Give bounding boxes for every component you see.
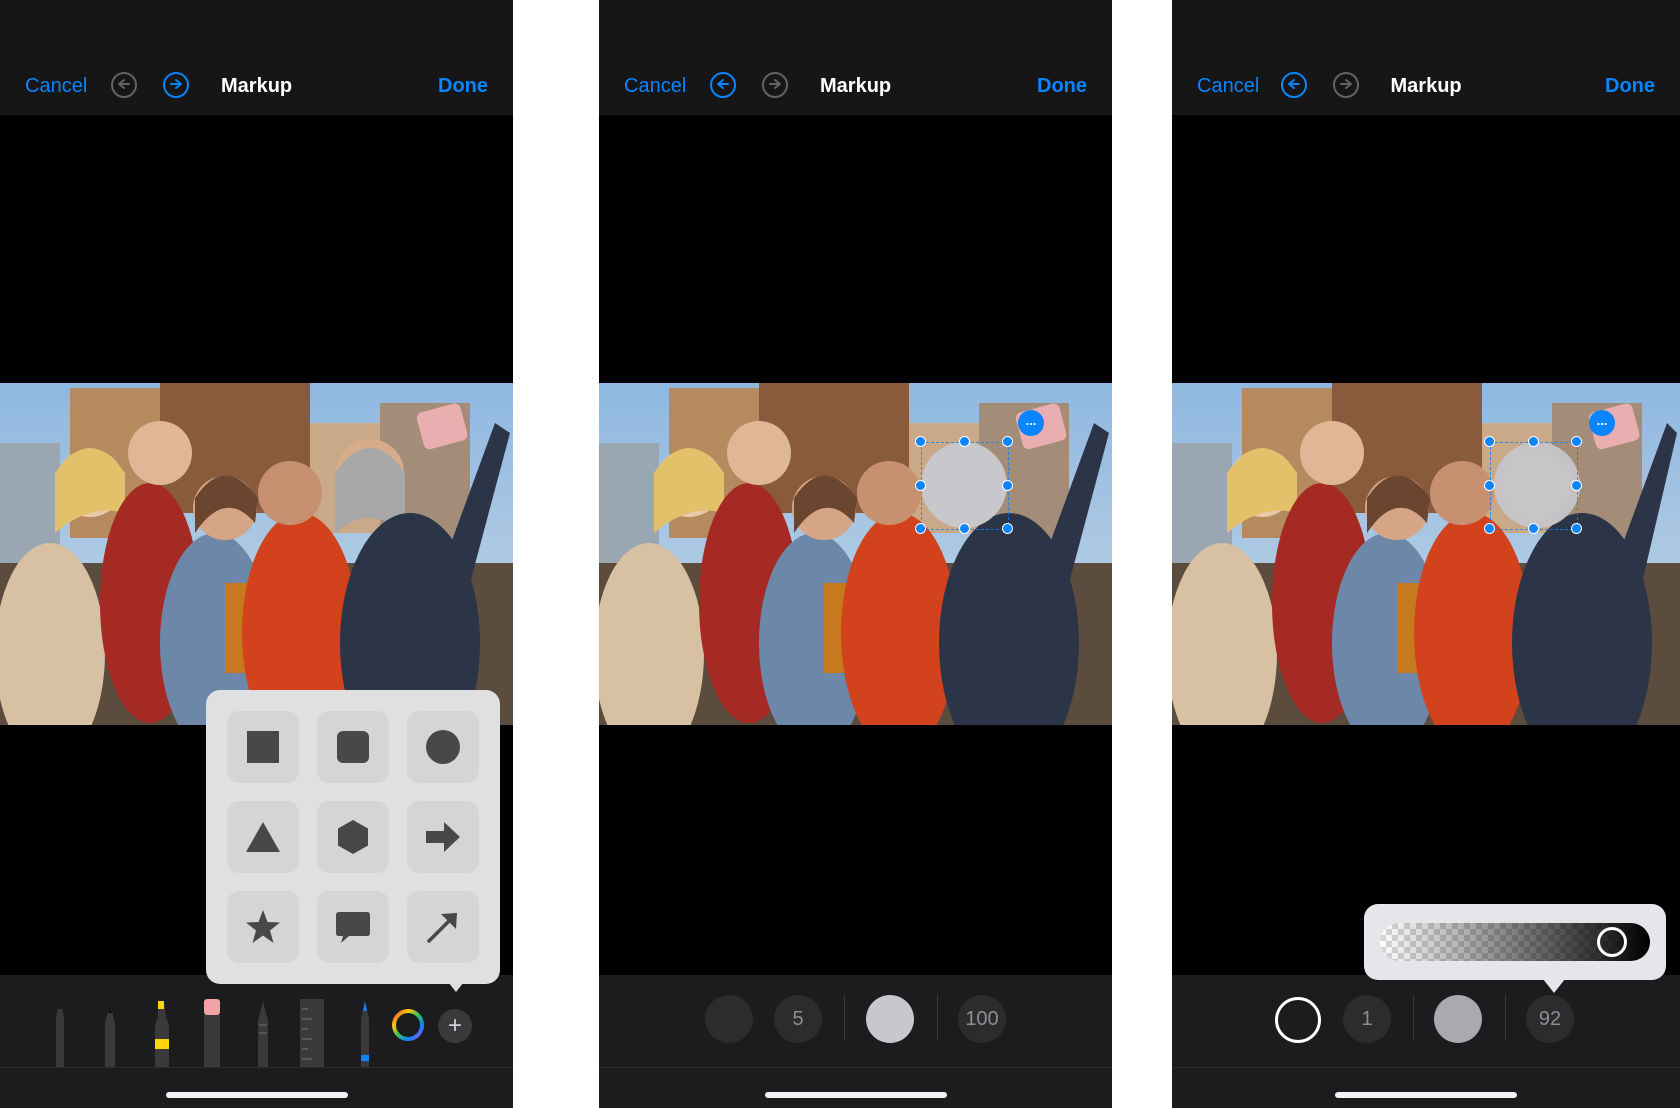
markup-screen-shape-selected: Cancel Markup Done ... 5 100 [599,0,1112,1108]
opacity-button[interactable]: 92 [1526,995,1574,1043]
shapes-popover [206,690,500,984]
top-bar: Cancel Markup Done [599,0,1112,115]
undo-icon[interactable] [709,71,737,99]
triangle-shape-button[interactable] [227,801,299,873]
divider [937,995,938,1041]
highlighter-tool-icon[interactable] [149,995,175,1067]
color-picker-icon[interactable] [391,1008,425,1042]
redo-icon[interactable] [761,71,789,99]
resize-handle[interactable] [1571,480,1582,491]
resize-handle[interactable] [959,523,970,534]
diagonal-arrow-icon [427,913,457,943]
screen-title: Markup [221,75,293,97]
circle-icon [426,730,460,764]
triangle-icon [246,822,280,852]
cancel-button[interactable]: Cancel [1197,73,1259,99]
redo-icon[interactable] [162,71,190,99]
home-indicator [764,1092,947,1098]
star-icon [246,910,280,943]
square-icon [247,731,279,763]
undo-icon[interactable] [110,71,138,99]
screen-title: Markup [1390,75,1462,97]
resize-handle[interactable] [1002,436,1013,447]
done-button[interactable]: Done [1037,73,1087,99]
resize-handle[interactable] [1484,523,1495,534]
top-bar: Cancel Markup Done [1172,0,1680,115]
cancel-button[interactable]: Cancel [624,73,686,99]
photo-canvas[interactable]: ... [599,383,1112,725]
shape-toolbar: 5 100 [599,975,1112,1108]
rounded-square-icon [337,731,369,763]
done-button[interactable]: Done [438,73,488,99]
border-width-button[interactable]: 1 [1343,995,1391,1043]
shape-selection-box[interactable] [1490,442,1578,530]
photo-canvas[interactable] [0,383,513,725]
divider [1413,995,1414,1041]
resize-handle[interactable] [1002,480,1013,491]
resize-handle[interactable] [959,436,970,447]
rounded-square-shape-button[interactable] [317,711,389,783]
resize-handle[interactable] [915,523,926,534]
divider [844,995,845,1041]
cancel-button[interactable]: Cancel [25,73,87,99]
resize-handle[interactable] [915,480,926,491]
right-arrow-icon [426,822,460,852]
resize-handle[interactable] [1571,436,1582,447]
opacity-button[interactable]: 100 [958,995,1006,1043]
shape-toolbar: 1 92 [1172,975,1680,1108]
marker-tool-icon[interactable] [97,995,123,1067]
add-shape-button[interactable]: + [438,1009,472,1043]
home-indicator [165,1092,348,1098]
opacity-popover [1364,904,1666,980]
pencil-tool-icon[interactable] [352,995,378,1067]
arrow-shape-button[interactable] [407,801,479,873]
border-width-button[interactable]: 5 [774,995,822,1043]
eraser-tool-icon[interactable] [199,995,225,1067]
popover-pointer [445,978,467,992]
border-style-button[interactable] [1275,997,1321,1043]
resize-handle[interactable] [1002,523,1013,534]
top-bar: Cancel Markup Done [0,0,513,115]
home-indicator [1335,1092,1517,1098]
markup-screen-shapes-menu: Cancel Markup Done + [0,0,513,1108]
shape-options-button[interactable]: ... [1589,410,1615,436]
resize-handle[interactable] [1528,436,1539,447]
pen-tool-icon[interactable] [47,995,73,1067]
divider [599,1067,1112,1068]
border-style-button[interactable] [705,995,753,1043]
lasso-tool-icon[interactable] [250,995,276,1067]
divider [1505,995,1506,1041]
square-shape-button[interactable] [227,711,299,783]
line-arrow-shape-button[interactable] [407,891,479,963]
resize-handle[interactable] [1528,523,1539,534]
speech-bubble-icon [336,912,370,943]
screen-title: Markup [820,75,892,97]
markup-screen-opacity-slider: Cancel Markup Done ... 1 92 [1172,0,1680,1108]
popover-pointer [1543,979,1565,993]
drawing-toolbar: + [0,975,513,1108]
circle-shape-button[interactable] [407,711,479,783]
divider [0,1067,513,1068]
fill-color-button[interactable] [866,995,914,1043]
fill-color-button[interactable] [1434,995,1482,1043]
resize-handle[interactable] [915,436,926,447]
undo-icon[interactable] [1280,71,1308,99]
star-shape-button[interactable] [227,891,299,963]
speech-bubble-shape-button[interactable] [317,891,389,963]
shape-options-button[interactable]: ... [1018,410,1044,436]
ruler-tool-icon[interactable] [298,995,324,1067]
photo-canvas[interactable]: ... [1172,383,1680,725]
resize-handle[interactable] [1484,480,1495,491]
divider [1172,1067,1680,1068]
resize-handle[interactable] [1571,523,1582,534]
shape-selection-box[interactable] [921,442,1009,530]
resize-handle[interactable] [1484,436,1495,447]
hexagon-icon [338,820,368,854]
done-button[interactable]: Done [1605,73,1655,99]
redo-icon[interactable] [1332,71,1360,99]
group-selfie-photo [0,383,513,725]
hexagon-shape-button[interactable] [317,801,389,873]
